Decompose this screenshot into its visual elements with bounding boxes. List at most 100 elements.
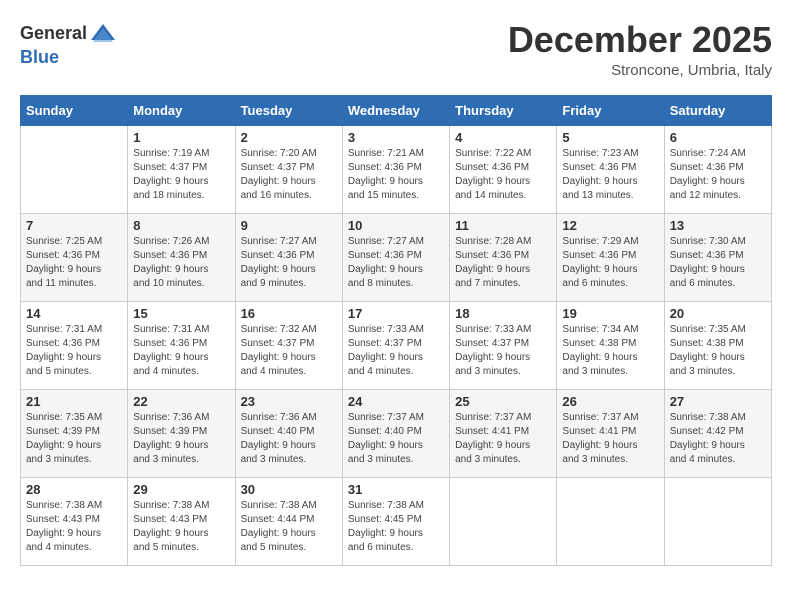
day-number: 31 — [348, 482, 444, 497]
day-detail: Sunrise: 7:20 AMSunset: 4:37 PMDaylight:… — [241, 147, 337, 203]
header-thursday: Thursday — [450, 95, 557, 125]
day-number: 4 — [455, 130, 551, 145]
calendar-header-row: Sunday Monday Tuesday Wednesday Thursday… — [21, 95, 772, 125]
day-detail: Sunrise: 7:36 AMSunset: 4:39 PMDaylight:… — [133, 411, 229, 467]
day-number: 26 — [562, 394, 658, 409]
table-row: 30 Sunrise: 7:38 AMSunset: 4:44 PMDayligh… — [235, 477, 342, 565]
day-detail: Sunrise: 7:33 AMSunset: 4:37 PMDaylight:… — [455, 323, 551, 379]
day-detail: Sunrise: 7:27 AMSunset: 4:36 PMDaylight:… — [348, 235, 444, 291]
day-number: 21 — [26, 394, 122, 409]
day-number: 24 — [348, 394, 444, 409]
table-row: 11 Sunrise: 7:28 AMSunset: 4:36 PMDayligh… — [450, 213, 557, 301]
day-number: 28 — [26, 482, 122, 497]
calendar-week-row: 21 Sunrise: 7:35 AMSunset: 4:39 PMDayligh… — [21, 389, 772, 477]
day-number: 9 — [241, 218, 337, 233]
day-detail: Sunrise: 7:24 AMSunset: 4:36 PMDaylight:… — [670, 147, 766, 203]
day-number: 1 — [133, 130, 229, 145]
day-number: 22 — [133, 394, 229, 409]
location-subtitle: Stroncone, Umbria, Italy — [508, 62, 772, 79]
table-row: 23Sunrise: 7:36 AMSunset: 4:40 PMDayligh… — [235, 389, 342, 477]
day-detail: Sunrise: 7:26 AMSunset: 4:36 PMDaylight:… — [133, 235, 229, 291]
day-detail: Sunrise: 7:28 AMSunset: 4:36 PMDaylight:… — [455, 235, 551, 291]
header-tuesday: Tuesday — [235, 95, 342, 125]
calendar-week-row: 28 Sunrise: 7:38 AMSunset: 4:43 PMDayligh… — [21, 477, 772, 565]
header-monday: Monday — [128, 95, 235, 125]
day-detail: Sunrise: 7:22 AMSunset: 4:36 PMDaylight:… — [455, 147, 551, 203]
day-number: 11 — [455, 218, 551, 233]
day-number: 15 — [133, 306, 229, 321]
day-detail: Sunrise: 7:27 AMSunset: 4:36 PMDaylight:… — [241, 235, 337, 291]
day-detail: Sunrise: 7:19 AMSunset: 4:37 PMDaylight:… — [133, 147, 229, 203]
logo: General Blue — [20, 20, 117, 68]
table-row — [557, 477, 664, 565]
day-detail: Sunrise: 7:38 AMSunset: 4:43 PMDaylight:… — [133, 499, 229, 555]
table-row: 6 Sunrise: 7:24 AMSunset: 4:36 PMDaylight… — [664, 125, 771, 213]
day-detail: Sunrise: 7:21 AMSunset: 4:36 PMDaylight:… — [348, 147, 444, 203]
table-row: 24Sunrise: 7:37 AMSunset: 4:40 PMDayligh… — [342, 389, 449, 477]
day-number: 12 — [562, 218, 658, 233]
table-row — [21, 125, 128, 213]
day-detail: Sunrise: 7:35 AMSunset: 4:39 PMDaylight:… — [26, 411, 122, 467]
table-row: 5 Sunrise: 7:23 AMSunset: 4:36 PMDaylight… — [557, 125, 664, 213]
table-row: 19 Sunrise: 7:34 AMSunset: 4:38 PMDayligh… — [557, 301, 664, 389]
day-detail: Sunrise: 7:35 AMSunset: 4:38 PMDaylight:… — [670, 323, 766, 379]
logo-blue: Blue — [20, 47, 59, 67]
table-row: 31Sunrise: 7:38 AMSunset: 4:45 PMDayligh… — [342, 477, 449, 565]
table-row: 13 Sunrise: 7:30 AMSunset: 4:36 PMDayligh… — [664, 213, 771, 301]
table-row: 28 Sunrise: 7:38 AMSunset: 4:43 PMDayligh… — [21, 477, 128, 565]
table-row: 14 Sunrise: 7:31 AMSunset: 4:36 PMDayligh… — [21, 301, 128, 389]
table-row: 7 Sunrise: 7:25 AMSunset: 4:36 PMDaylight… — [21, 213, 128, 301]
day-detail: Sunrise: 7:29 AMSunset: 4:36 PMDaylight:… — [562, 235, 658, 291]
table-row: 16Sunrise: 7:32 AMSunset: 4:37 PMDayligh… — [235, 301, 342, 389]
table-row: 1 Sunrise: 7:19 AMSunset: 4:37 PMDaylight… — [128, 125, 235, 213]
day-detail: Sunrise: 7:34 AMSunset: 4:38 PMDaylight:… — [562, 323, 658, 379]
day-detail: Sunrise: 7:23 AMSunset: 4:36 PMDaylight:… — [562, 147, 658, 203]
day-detail: Sunrise: 7:38 AMSunset: 4:42 PMDaylight:… — [670, 411, 766, 467]
table-row: 15Sunrise: 7:31 AMSunset: 4:36 PMDayligh… — [128, 301, 235, 389]
month-title: December 2025 — [508, 20, 772, 60]
day-number: 5 — [562, 130, 658, 145]
calendar-week-row: 14 Sunrise: 7:31 AMSunset: 4:36 PMDayligh… — [21, 301, 772, 389]
day-number: 20 — [670, 306, 766, 321]
day-number: 30 — [241, 482, 337, 497]
table-row: 3 Sunrise: 7:21 AMSunset: 4:36 PMDaylight… — [342, 125, 449, 213]
day-detail: Sunrise: 7:38 AMSunset: 4:44 PMDaylight:… — [241, 499, 337, 555]
table-row: 29 Sunrise: 7:38 AMSunset: 4:43 PMDayligh… — [128, 477, 235, 565]
day-number: 10 — [348, 218, 444, 233]
day-number: 14 — [26, 306, 122, 321]
table-row: 9 Sunrise: 7:27 AMSunset: 4:36 PMDaylight… — [235, 213, 342, 301]
table-row: 10 Sunrise: 7:27 AMSunset: 4:36 PMDayligh… — [342, 213, 449, 301]
table-row: 4 Sunrise: 7:22 AMSunset: 4:36 PMDaylight… — [450, 125, 557, 213]
table-row — [450, 477, 557, 565]
day-number: 6 — [670, 130, 766, 145]
day-number: 3 — [348, 130, 444, 145]
table-row: 21 Sunrise: 7:35 AMSunset: 4:39 PMDayligh… — [21, 389, 128, 477]
table-row: 22 Sunrise: 7:36 AMSunset: 4:39 PMDayligh… — [128, 389, 235, 477]
page-header: General Blue December 2025 Stroncone, Um… — [20, 20, 772, 79]
day-detail: Sunrise: 7:36 AMSunset: 4:40 PMDaylight:… — [241, 411, 337, 467]
day-detail: Sunrise: 7:33 AMSunset: 4:37 PMDaylight:… — [348, 323, 444, 379]
day-number: 25 — [455, 394, 551, 409]
table-row: 27Sunrise: 7:38 AMSunset: 4:42 PMDayligh… — [664, 389, 771, 477]
table-row: 8Sunrise: 7:26 AMSunset: 4:36 PMDaylight… — [128, 213, 235, 301]
day-number: 18 — [455, 306, 551, 321]
table-row: 26 Sunrise: 7:37 AMSunset: 4:41 PMDayligh… — [557, 389, 664, 477]
day-detail: Sunrise: 7:31 AMSunset: 4:36 PMDaylight:… — [26, 323, 122, 379]
day-detail: Sunrise: 7:38 AMSunset: 4:43 PMDaylight:… — [26, 499, 122, 555]
table-row: 17 Sunrise: 7:33 AMSunset: 4:37 PMDayligh… — [342, 301, 449, 389]
day-number: 17 — [348, 306, 444, 321]
day-detail: Sunrise: 7:25 AMSunset: 4:36 PMDaylight:… — [26, 235, 122, 291]
day-number: 16 — [241, 306, 337, 321]
day-number: 7 — [26, 218, 122, 233]
day-number: 13 — [670, 218, 766, 233]
calendar-week-row: 1 Sunrise: 7:19 AMSunset: 4:37 PMDaylight… — [21, 125, 772, 213]
table-row: 12 Sunrise: 7:29 AMSunset: 4:36 PMDayligh… — [557, 213, 664, 301]
logo-general: General — [20, 24, 87, 44]
table-row: 20 Sunrise: 7:35 AMSunset: 4:38 PMDayligh… — [664, 301, 771, 389]
day-detail: Sunrise: 7:37 AMSunset: 4:41 PMDaylight:… — [562, 411, 658, 467]
table-row: 2Sunrise: 7:20 AMSunset: 4:37 PMDaylight… — [235, 125, 342, 213]
day-number: 19 — [562, 306, 658, 321]
day-number: 29 — [133, 482, 229, 497]
day-detail: Sunrise: 7:30 AMSunset: 4:36 PMDaylight:… — [670, 235, 766, 291]
header-friday: Friday — [557, 95, 664, 125]
